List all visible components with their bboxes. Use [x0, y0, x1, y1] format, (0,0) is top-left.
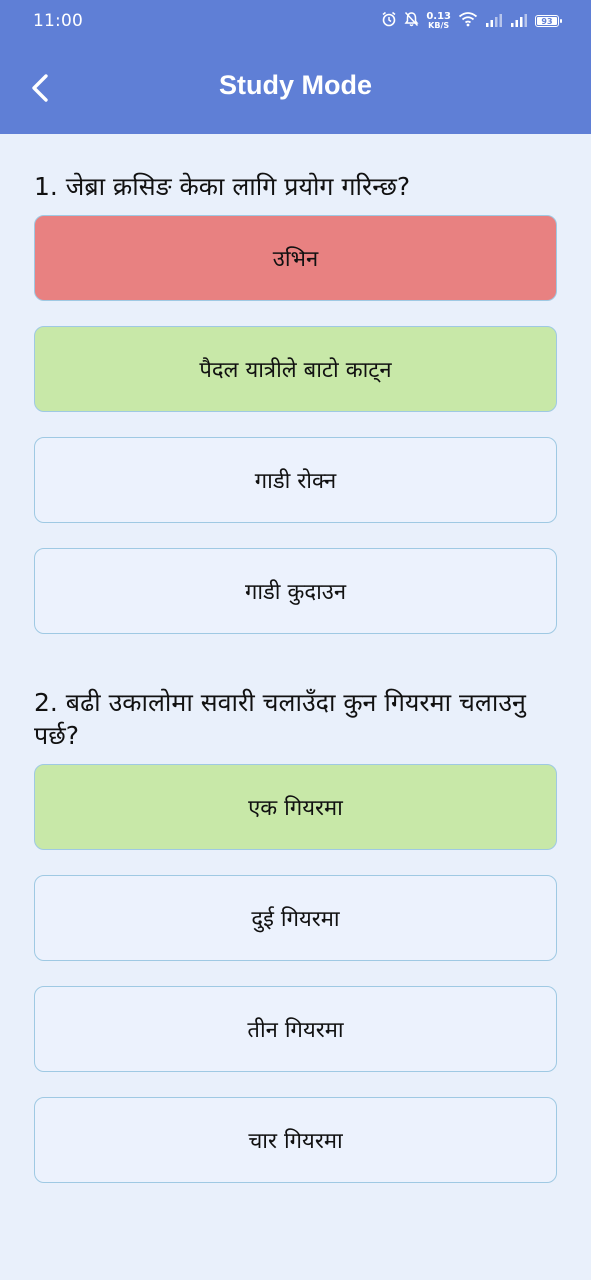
answer-option[interactable]: पैदल यात्रीले बाटो काट्न [34, 326, 557, 412]
net-speed: 0.13 KB/S [426, 11, 451, 30]
alarm-icon [381, 11, 397, 31]
question-list: 1. जेब्रा क्रसिङ केका लागि प्रयोग गरिन्छ… [34, 170, 557, 1235]
answer-option[interactable]: एक गियरमा [34, 764, 557, 850]
signal-icon [485, 12, 503, 31]
question-text: 1. जेब्रा क्रसिङ केका लागि प्रयोग गरिन्छ… [34, 172, 411, 201]
answer-option[interactable]: दुई गियरमा [34, 875, 557, 961]
answer-option[interactable]: तीन गियरमा [34, 986, 557, 1072]
question-card: 2. बढी उकालोमा सवारी चलाउँदा कुन गियरमा … [34, 686, 557, 1183]
app-bar: 11:00 0.13 KB/S 93 Study Mode [0, 0, 591, 134]
mute-icon [404, 11, 419, 31]
status-bar: 11:00 0.13 KB/S 93 [0, 0, 591, 44]
battery-icon: 93 [535, 15, 562, 27]
page-title: Study Mode [219, 70, 372, 100]
status-icons: 0.13 KB/S 93 [381, 11, 562, 31]
answer-option[interactable]: उभिन [34, 215, 557, 301]
question-text: 2. बढी उकालोमा सवारी चलाउँदा कुन गियरमा … [34, 688, 526, 750]
status-time: 11:00 [33, 11, 83, 31]
answer-option[interactable]: चार गियरमा [34, 1097, 557, 1183]
answer-option[interactable]: गाडी रोक्न [34, 437, 557, 523]
signal-icon [510, 12, 528, 31]
wifi-icon [458, 11, 478, 31]
question-card: 1. जेब्रा क्रसिङ केका लागि प्रयोग गरिन्छ… [34, 170, 557, 634]
answer-option[interactable]: गाडी कुदाउन [34, 548, 557, 634]
